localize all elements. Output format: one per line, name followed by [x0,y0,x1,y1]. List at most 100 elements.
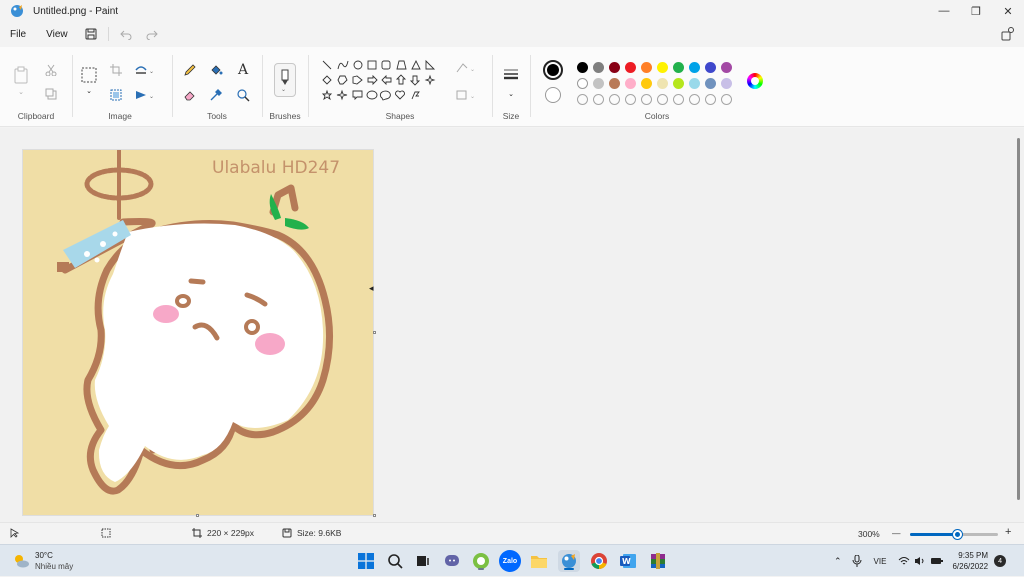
paste-icon[interactable] [11,65,31,85]
view-menu[interactable]: View [36,29,78,40]
fill-icon[interactable] [207,61,225,79]
color-swatch[interactable] [705,78,716,89]
language-indicator[interactable]: VIE [874,557,887,566]
paint-taskbar-icon[interactable] [558,550,580,572]
color-swatch[interactable] [609,62,620,73]
custom-color-slot[interactable] [641,94,652,105]
zoom-slider-thumb[interactable] [953,530,963,539]
shapes-gallery[interactable] [320,58,450,102]
wifi-icon[interactable] [898,556,910,566]
primary-color-swatch[interactable] [543,60,563,80]
paste-dropdown-icon[interactable]: ⌄ [13,87,29,97]
shapes-label: Shapes [385,111,415,121]
custom-color-slot[interactable] [577,94,588,105]
paint-app-icon [11,5,23,17]
minimize-button[interactable]: — [928,0,960,22]
custom-color-slot[interactable] [705,94,716,105]
zoom-slider[interactable] [910,530,998,539]
color-swatch[interactable] [705,62,716,73]
share-icon[interactable] [1000,26,1016,42]
color-swatch[interactable] [641,62,652,73]
redo-icon[interactable] [139,24,165,44]
coccoc-browser-icon[interactable] [470,550,492,572]
search-icon[interactable] [384,550,406,572]
resize-handle-corner[interactable] [373,514,376,517]
clock[interactable]: 9:35 PM 6/26/2022 [952,550,988,572]
copy-icon[interactable] [42,85,60,103]
resize-handle-bottom[interactable] [196,514,199,517]
color-swatch[interactable] [577,78,588,89]
file-explorer-icon[interactable] [528,550,550,572]
undo-icon[interactable] [113,24,139,44]
custom-color-slot[interactable] [673,94,684,105]
teams-chat-icon[interactable] [441,550,463,572]
color-swatch[interactable] [641,78,652,89]
shape-fill-icon[interactable]: ⌄ [454,86,478,104]
zoom-out-button[interactable]: — [892,528,901,538]
outline-icon[interactable]: ⌄ [454,59,478,77]
crop-icon[interactable] [107,61,125,79]
color-swatch[interactable] [657,78,668,89]
chrome-icon[interactable] [588,550,610,572]
custom-color-slot[interactable] [721,94,732,105]
vertical-scrollbar[interactable] [1017,138,1020,500]
text-icon[interactable]: A [234,61,252,79]
resize-handle-right[interactable] [373,331,376,334]
maximize-button[interactable]: ❐ [960,0,992,22]
color-swatch[interactable] [609,78,620,89]
zoom-in-button[interactable]: + [1005,526,1011,538]
eraser-icon[interactable] [181,86,199,104]
file-menu[interactable]: File [0,29,36,40]
custom-color-slot[interactable] [689,94,700,105]
brush-icon[interactable]: ⌄ [274,63,296,97]
color-swatch[interactable] [625,62,636,73]
select-dropdown-icon[interactable]: ⌄ [81,86,97,96]
custom-color-slot[interactable] [657,94,668,105]
color-picker-icon[interactable] [207,86,225,104]
custom-color-slot[interactable] [625,94,636,105]
start-button[interactable] [355,550,377,572]
select-icon[interactable] [79,65,99,85]
custom-color-slot[interactable] [593,94,604,105]
image-canvas[interactable]: Ulabalu HD247 [22,149,374,516]
color-swatch[interactable] [689,62,700,73]
custom-color-slot[interactable] [609,94,620,105]
color-swatch[interactable] [593,78,604,89]
color-swatch[interactable] [577,62,588,73]
color-swatch[interactable] [625,78,636,89]
color-swatch[interactable] [593,62,604,73]
pencil-icon[interactable] [181,61,199,79]
brushes-label: Brushes [269,111,301,121]
cut-icon[interactable] [42,61,60,79]
zalo-icon[interactable]: Zalo [499,550,521,572]
word-icon[interactable]: W [617,550,639,572]
volume-icon[interactable] [914,556,926,566]
notification-badge[interactable]: 4 [994,555,1007,567]
secondary-color-swatch[interactable] [545,87,561,103]
close-button[interactable]: ✕ [992,0,1024,22]
edit-colors-icon[interactable] [747,73,763,89]
show-hidden-icons-icon[interactable]: ⌃ [834,556,842,567]
color-swatch[interactable] [721,62,732,73]
save-icon[interactable] [78,24,104,44]
task-view-icon[interactable] [412,550,434,572]
canvas-area[interactable]: Ulabalu HD247 ◂ [0,128,1024,522]
color-swatch[interactable] [673,62,684,73]
size-dropdown-icon[interactable]: ⌄ [502,85,520,103]
rotate-icon[interactable]: ⌄ [132,86,156,104]
color-swatch[interactable] [657,62,668,73]
battery-icon[interactable] [930,556,944,566]
canvas-dimensions: 220 × 229px [192,528,254,538]
weather-widget[interactable]: 30°C Nhiều mây [12,545,73,577]
image-select-icon[interactable] [107,86,125,104]
color-swatch[interactable] [721,78,732,89]
drawing-artwork [57,150,333,495]
size-group: ⌄ Size [492,51,530,125]
microphone-icon[interactable] [852,555,862,567]
magnifier-icon[interactable] [234,86,252,104]
winrar-icon[interactable] [647,550,669,572]
resize-icon[interactable]: ⌄ [132,61,156,79]
color-swatch[interactable] [673,78,684,89]
color-swatch[interactable] [689,78,700,89]
line-size-icon[interactable] [502,65,520,83]
